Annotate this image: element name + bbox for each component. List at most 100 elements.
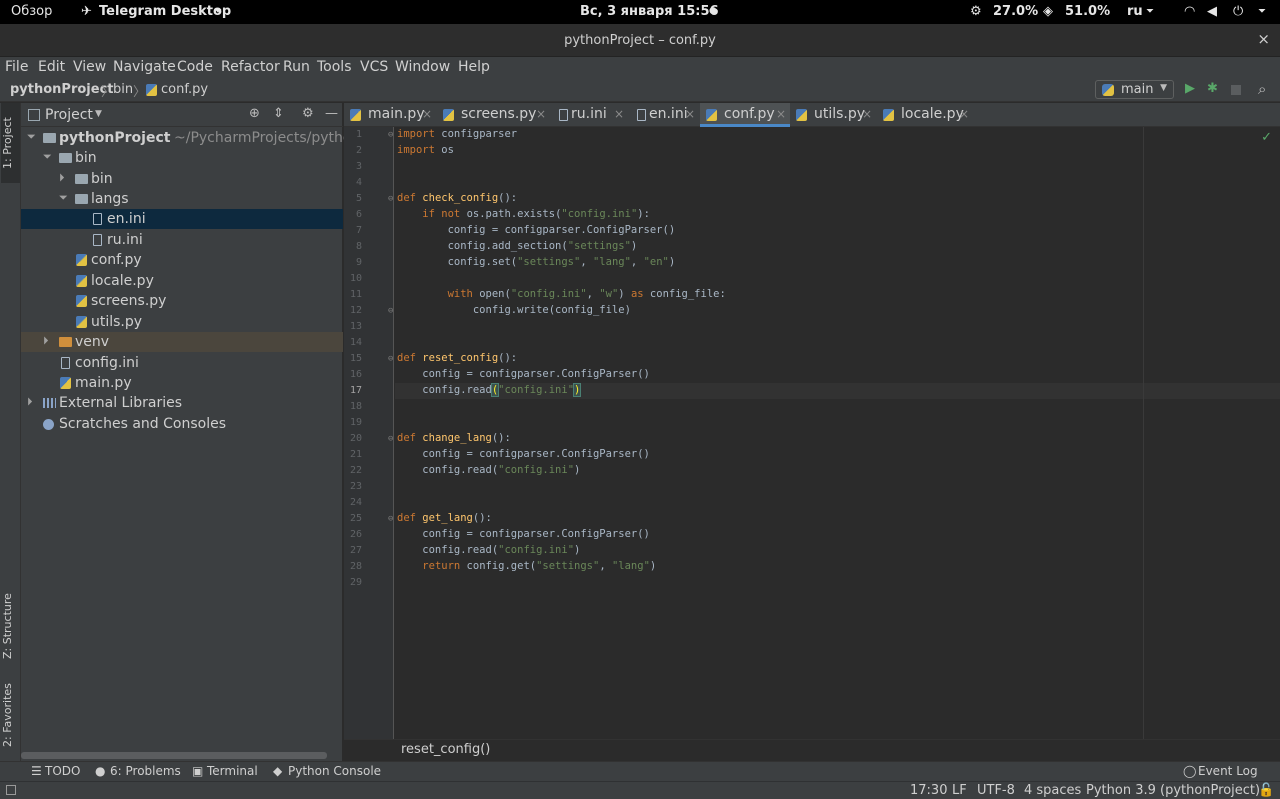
code-line[interactable]: def reset_config(): xyxy=(397,352,517,364)
menu-navigate[interactable]: Navigate xyxy=(113,59,176,75)
tree-item-venv[interactable]: ⏵ venv xyxy=(21,332,343,352)
close-icon[interactable]: × xyxy=(685,107,695,121)
tree-item-langs[interactable]: ⏷ langs xyxy=(21,189,343,209)
tree-item-ru-ini[interactable]: ru.ini xyxy=(21,230,343,250)
breadcrumb-bin[interactable]: bin xyxy=(113,82,133,97)
close-icon[interactable]: × xyxy=(776,107,786,121)
code-line-current[interactable]: config.read("config.ini") xyxy=(397,383,582,397)
tab-utils-py[interactable]: utils.py × xyxy=(790,103,877,127)
code-line[interactable]: import configparser xyxy=(397,128,517,140)
tab-en-ini[interactable]: en.ini × xyxy=(629,103,700,127)
keyboard-layout[interactable]: ru xyxy=(1127,4,1143,19)
code-line[interactable]: config = configparser.ConfigParser() xyxy=(397,528,650,540)
tab-project-toolwindow[interactable]: 1: Project xyxy=(1,103,20,183)
code-line[interactable]: return config.get("settings", "lang") xyxy=(397,560,656,572)
run-configuration-selector[interactable]: main ▼ xyxy=(1095,80,1174,99)
tab-favorites-toolwindow[interactable]: 2: Favorites xyxy=(1,673,20,758)
code-line[interactable]: config = configparser.ConfigParser() xyxy=(397,224,676,236)
code-line[interactable]: config.write(config_file) xyxy=(397,304,631,316)
tool-window-event-log[interactable]: Event Log xyxy=(1198,764,1258,778)
fold-marker-icon[interactable]: ⊖ xyxy=(388,434,393,444)
code-line[interactable]: config.read("config.ini") xyxy=(397,544,580,556)
tree-item-config-ini[interactable]: config.ini xyxy=(21,353,343,373)
fold-marker-icon[interactable]: ⊖ xyxy=(388,514,393,524)
code-line[interactable]: if not os.path.exists("config.ini"): xyxy=(397,208,650,220)
code-line[interactable]: import os xyxy=(397,144,454,156)
menu-window[interactable]: Window xyxy=(395,59,450,75)
tab-conf-py[interactable]: conf.py × xyxy=(700,103,790,127)
code-line[interactable]: config.set("settings", "lang", "en") xyxy=(397,256,676,268)
menu-tools[interactable]: Tools xyxy=(317,59,352,75)
breadcrumb-project[interactable]: pythonProject xyxy=(10,82,114,97)
tree-item-conf-py[interactable]: conf.py xyxy=(21,250,343,270)
fold-marker-icon[interactable]: ⊖ xyxy=(388,130,393,140)
run-icon[interactable]: ▶ xyxy=(1185,81,1195,96)
code-line[interactable]: config = configparser.ConfigParser() xyxy=(397,368,650,380)
chevron-down-icon[interactable]: ▼ xyxy=(95,109,102,119)
tree-item-locale-py[interactable]: locale.py xyxy=(21,271,343,291)
menu-refactor[interactable]: Refactor xyxy=(221,59,280,75)
locate-file-icon[interactable]: ⊕ xyxy=(249,106,260,121)
function-breadcrumb[interactable]: reset_config() xyxy=(401,742,490,757)
breadcrumb-file[interactable]: conf.py xyxy=(161,82,208,97)
tab-main-py[interactable]: main.py × xyxy=(344,103,437,127)
project-view-selector[interactable]: Project xyxy=(45,107,93,123)
tree-item-main-py[interactable]: main.py xyxy=(21,373,343,393)
close-icon[interactable]: × xyxy=(614,107,624,121)
active-app-menu[interactable]: Telegram Desktop xyxy=(99,4,231,19)
tree-item-bin-sub[interactable]: ⏵ bin xyxy=(21,169,343,189)
tree-item-project-root[interactable]: ⏷ pythonProject ~/PycharmProjects/python… xyxy=(21,128,395,148)
close-window-button[interactable]: × xyxy=(1257,30,1270,48)
tree-item-scratches[interactable]: Scratches and Consoles xyxy=(21,414,343,434)
tool-windows-toggle-icon[interactable] xyxy=(6,785,16,795)
tree-item-bin[interactable]: ⏷ bin xyxy=(21,148,343,168)
chevron-right-icon[interactable]: ⏵ xyxy=(27,395,33,409)
search-icon[interactable]: ⌕ xyxy=(1258,80,1266,98)
volume-icon[interactable]: ◀ xyxy=(1207,4,1217,19)
fold-marker-icon[interactable]: ⊖ xyxy=(388,306,393,316)
code-line[interactable]: def check_config(): xyxy=(397,192,517,204)
caret-position[interactable]: 17:30 xyxy=(910,783,947,798)
tree-item-screens-py[interactable]: screens.py xyxy=(21,291,343,311)
power-icon[interactable]: ⏻ xyxy=(1233,4,1243,19)
code-line[interactable]: config.add_section("settings") xyxy=(397,240,638,252)
tab-locale-py[interactable]: locale.py × xyxy=(877,103,973,127)
inspection-ok-icon[interactable]: ✓ xyxy=(1261,130,1272,145)
tree-item-en-ini[interactable]: en.ini xyxy=(21,209,343,229)
chevron-right-icon[interactable]: ⏵ xyxy=(59,171,65,185)
menu-view[interactable]: View xyxy=(73,59,106,75)
menu-edit[interactable]: Edit xyxy=(38,59,65,75)
clock[interactable]: Вс, 3 января 15:56 xyxy=(580,4,719,19)
debug-icon[interactable]: ✱ xyxy=(1207,81,1218,96)
tool-window-python-console[interactable]: Python Console xyxy=(288,764,381,778)
close-icon[interactable]: × xyxy=(422,107,432,121)
stop-icon[interactable] xyxy=(1231,85,1241,95)
code-line[interactable]: with open("config.ini", "w") as config_f… xyxy=(397,288,726,300)
tree-item-utils-py[interactable]: utils.py xyxy=(21,312,343,332)
menu-vcs[interactable]: VCS xyxy=(360,59,388,75)
tab-ru-ini[interactable]: ru.ini × xyxy=(551,103,629,127)
menu-file[interactable]: File xyxy=(5,59,28,75)
code-line[interactable]: def change_lang(): xyxy=(397,432,511,444)
wifi-icon[interactable]: ◠ xyxy=(1184,4,1195,19)
menu-code[interactable]: Code xyxy=(177,59,213,75)
tool-window-terminal[interactable]: Terminal xyxy=(207,764,258,778)
fold-marker-icon[interactable]: ⊖ xyxy=(388,194,393,204)
indent-setting[interactable]: 4 spaces xyxy=(1024,783,1081,798)
code-line[interactable]: config.read("config.ini") xyxy=(397,464,580,476)
tab-screens-py[interactable]: screens.py × xyxy=(437,103,551,127)
menu-run[interactable]: Run xyxy=(283,59,310,75)
tool-window-todo[interactable]: TODO xyxy=(45,764,80,778)
chevron-right-icon[interactable]: ⏵ xyxy=(43,334,49,348)
activities-button[interactable]: Обзор xyxy=(11,4,52,19)
code-line[interactable]: def get_lang(): xyxy=(397,512,492,524)
line-separator[interactable]: LF xyxy=(952,783,967,798)
code-editor[interactable]: ✓ ⊖ ⊖ ⊖ ⊖ ⊖ ⊖ 1 2 3 4 5 6 7 8 9 10 11 12… xyxy=(344,127,1280,739)
gear-icon[interactable]: ⚙ xyxy=(302,106,314,121)
python-interpreter[interactable]: Python 3.9 (pythonProject) xyxy=(1086,783,1260,798)
chevron-down-icon[interactable]: ⏷ xyxy=(43,150,52,164)
horizontal-scrollbar[interactable] xyxy=(21,752,327,759)
tool-window-problems[interactable]: 6: Problems xyxy=(110,764,181,778)
file-encoding[interactable]: UTF-8 xyxy=(977,783,1015,798)
hide-panel-icon[interactable]: — xyxy=(325,106,338,121)
